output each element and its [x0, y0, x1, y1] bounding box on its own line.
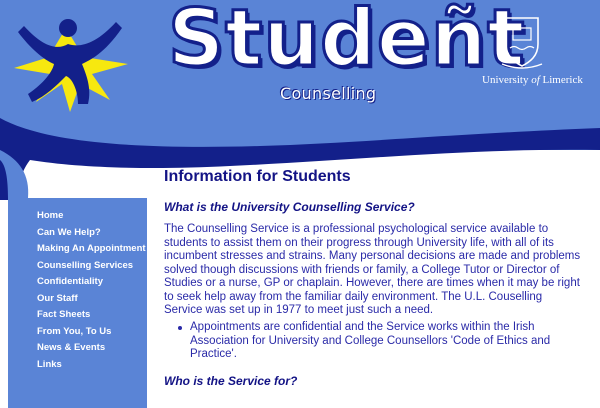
sidebar-item-our-staff[interactable]: Our Staff — [37, 293, 147, 305]
crest-shield — [505, 17, 539, 67]
sidebar-item-making-appointment[interactable]: Making An Appointment — [37, 243, 147, 255]
crest-waves — [509, 45, 535, 51]
list-item: Appointments are confidential and the Se… — [178, 321, 578, 362]
sidebar-nav: Home Can We Help? Making An Appointment … — [37, 210, 147, 375]
bullet-dot-icon — [178, 326, 182, 330]
university-name[interactable]: University of Limerick — [482, 74, 583, 86]
crest-castle — [512, 27, 532, 41]
section-heading-what-is: What is the University Counselling Servi… — [164, 200, 415, 214]
sidebar-item-from-you-to-us[interactable]: From You, To Us — [37, 326, 147, 338]
sidebar-item-counselling-services[interactable]: Counselling Services — [37, 260, 147, 272]
sidebar-item-fact-sheets[interactable]: Fact Sheets — [37, 309, 147, 321]
bullet-list: Appointments are confidential and the Se… — [178, 321, 578, 362]
university-name-suffix: Limerick — [539, 74, 583, 86]
student-wordmark: Studeñt — [167, 0, 527, 86]
university-name-prefix: University — [482, 74, 532, 86]
swoosh-shape — [0, 118, 600, 200]
sidebar-item-home[interactable]: Home — [37, 210, 147, 222]
sidebar-item-news-events[interactable]: News & Events — [37, 342, 147, 354]
page-title: Information for Students — [164, 168, 351, 185]
section-heading-who-for: Who is the Service for? — [164, 374, 298, 388]
sidebar-item-confidentiality[interactable]: Confidentiality — [37, 276, 147, 288]
list-item-text: Appointments are confidential and the Se… — [190, 321, 551, 360]
sidebar-item-can-we-help[interactable]: Can We Help? — [37, 227, 147, 239]
logo-head — [59, 19, 77, 37]
university-name-of: of — [531, 74, 540, 86]
university-crest-icon — [501, 17, 543, 69]
intro-paragraph: The Counselling Service is a professiona… — [164, 223, 581, 316]
student-figure-logo — [14, 19, 128, 112]
counselling-subtitle: Counselling — [280, 84, 377, 103]
sidebar: Home Can We Help? Making An Appointment … — [8, 198, 147, 408]
sidebar-item-links[interactable]: Links — [37, 359, 147, 371]
